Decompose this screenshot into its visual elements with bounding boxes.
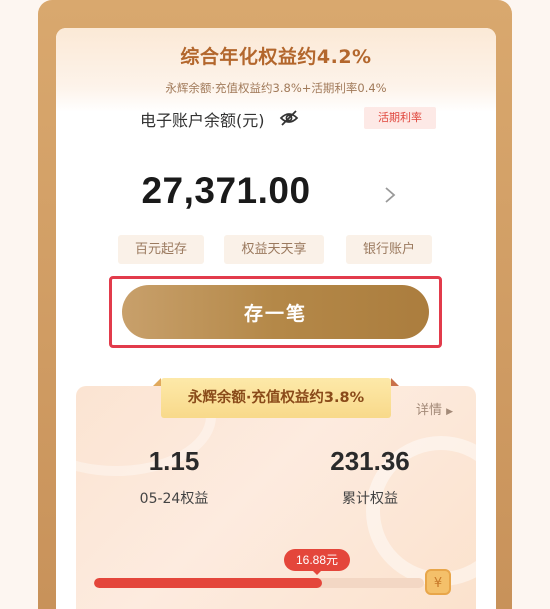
feature-tag-bank-account: 银行账户 — [346, 235, 432, 264]
header-title: 综合年化权益约4.2% — [180, 46, 372, 68]
balance-label: 电子账户余额(元) — [140, 111, 265, 130]
stat-total-label: 累计权益 — [342, 491, 398, 507]
details-link[interactable]: 详情 ▶ — [416, 399, 453, 418]
eye-off-icon[interactable] — [279, 108, 299, 128]
progress-fill — [94, 578, 322, 588]
benefit-ribbon: 永辉余额·充值权益约3.8% — [161, 378, 391, 418]
balance-amount: 27,371.00 — [141, 170, 311, 211]
progress-bubble-tail — [312, 570, 322, 575]
triangle-right-icon: ▶ — [446, 407, 454, 417]
progress-track — [94, 578, 424, 588]
panel-header: 综合年化权益约4.2% 永辉余额·充值权益约3.8%+活期利率0.4% — [56, 28, 496, 112]
deposit-button[interactable]: 存一笔 — [122, 285, 429, 339]
header-subtitle: 永辉余额·充值权益约3.8%+活期利率0.4% — [165, 81, 387, 95]
ribbon-fold-left — [153, 378, 161, 386]
svg-text:¥: ¥ — [434, 576, 442, 591]
feature-tag-daily-benefit: 权益天天享 — [224, 235, 324, 264]
stat-total-value: 231.36 — [330, 446, 410, 476]
stat-daily-label: 05-24权益 — [139, 491, 209, 507]
yuan-coin-icon: ¥ — [425, 569, 451, 595]
ribbon-fold-right — [391, 378, 399, 386]
progress-bubble: 16.88元 — [284, 549, 350, 571]
details-label: 详情 — [416, 403, 443, 418]
feature-tag-min-deposit: 百元起存 — [118, 235, 204, 264]
rate-tag[interactable]: 活期利率 — [364, 107, 436, 129]
chevron-right-icon[interactable] — [383, 185, 397, 205]
stat-daily-value: 1.15 — [148, 446, 200, 476]
